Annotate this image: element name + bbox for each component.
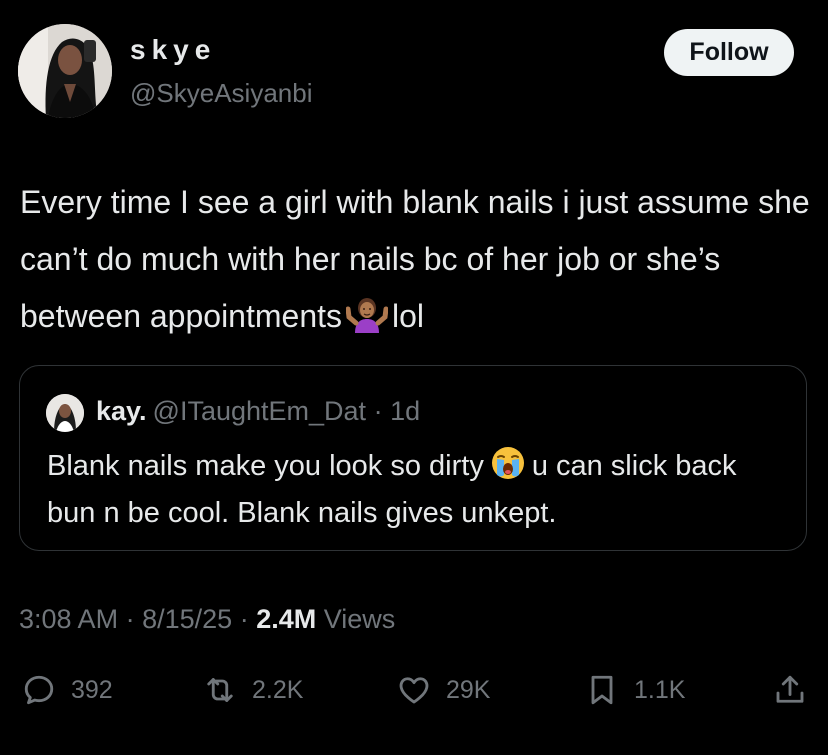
follow-button[interactable]: Follow: [664, 29, 794, 76]
views-label: Views: [323, 604, 396, 634]
meta-separator: ·: [239, 604, 249, 634]
tweet-date[interactable]: 8/15/25: [142, 604, 232, 634]
meta-separator: ·: [125, 604, 135, 634]
reply-icon: [21, 672, 57, 708]
quoted-tweet-card[interactable]: kay. @ITaughtEm_Dat · 1d Blank nails make…: [19, 365, 807, 551]
reply-button[interactable]: 392: [21, 665, 113, 715]
quoted-separator: ·: [373, 396, 383, 426]
reply-count: 392: [71, 675, 113, 704]
quoted-tweet-header: kay. @ITaughtEm_Dat · 1d: [96, 396, 420, 427]
quoted-time: 1d: [390, 396, 421, 426]
heart-icon: [396, 672, 432, 708]
share-button[interactable]: [772, 665, 808, 715]
like-button[interactable]: 29K: [396, 665, 490, 715]
like-count: 29K: [446, 675, 491, 704]
tweet-time[interactable]: 3:08 AM: [19, 604, 118, 634]
loudly-crying-face-emoji: [490, 445, 526, 493]
repost-icon: [202, 672, 238, 708]
quoted-author-name[interactable]: kay.: [96, 396, 147, 426]
tweet-text-tail: lol: [392, 298, 425, 334]
author-avatar[interactable]: [18, 24, 112, 118]
person-shrugging-emoji: [345, 294, 389, 351]
quoted-author-avatar: [46, 394, 84, 432]
share-icon: [772, 672, 808, 708]
bookmark-button[interactable]: 1.1K: [584, 665, 685, 715]
bookmark-count: 1.1K: [634, 675, 686, 704]
quoted-text-part-1: Blank nails make you look so dirty: [47, 450, 484, 482]
bookmark-icon: [584, 672, 620, 708]
author-display-name[interactable]: skye: [130, 34, 216, 66]
action-bar: 392 2.2K 29K 1.1K: [0, 665, 828, 715]
quoted-author-handle[interactable]: @ITaughtEm_Dat: [153, 396, 367, 426]
tweet-text: Every time I see a girl with blank nails…: [20, 174, 810, 351]
quoted-tweet-text: Blank nails make you look so dirty u can…: [47, 445, 787, 534]
repost-button[interactable]: 2.2K: [202, 665, 303, 715]
repost-count: 2.2K: [252, 675, 304, 704]
author-handle[interactable]: @SkyeAsiyanbi: [130, 78, 312, 109]
views-count: 2.4M: [256, 604, 317, 634]
tweet-meta: 3:08 AM · 8/15/25 · 2.4M Views: [19, 604, 395, 635]
